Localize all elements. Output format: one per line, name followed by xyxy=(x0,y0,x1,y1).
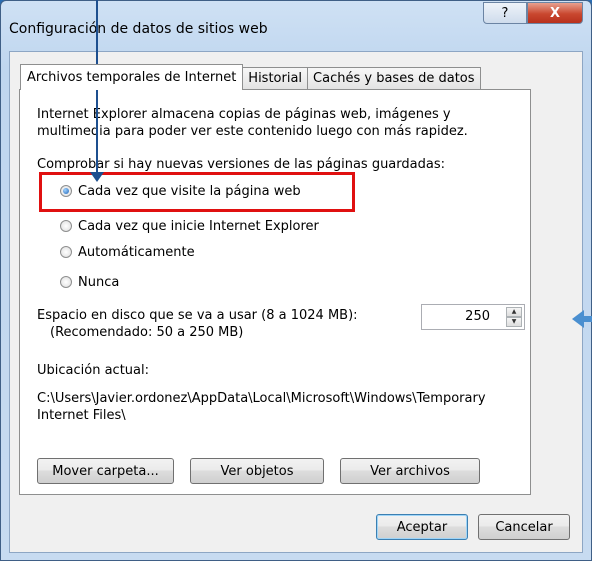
disk-space-value[interactable]: 250 xyxy=(465,309,490,324)
title-bar: Configuración de datos de sitios web ? X xyxy=(1,1,591,47)
radio-label: Nunca xyxy=(78,274,120,290)
radio-never[interactable]: Nunca xyxy=(60,273,119,291)
annotation-arrow-left-icon xyxy=(572,310,584,328)
close-button[interactable]: X xyxy=(527,2,583,24)
radio-label: Automáticamente xyxy=(78,244,195,260)
spinner-buttons: ▲ ▼ xyxy=(506,307,522,327)
tab-temporary-files[interactable]: Archivos temporales de Internet xyxy=(20,64,244,90)
cancel-button[interactable]: Cancelar xyxy=(478,514,570,540)
view-objects-button[interactable]: Ver objetos xyxy=(190,458,324,484)
disk-space-label: Espacio en disco que se va a usar (8 a 1… xyxy=(37,308,358,323)
red-highlight-box xyxy=(39,172,355,212)
radio-button[interactable] xyxy=(60,276,72,288)
help-button[interactable]: ? xyxy=(483,2,527,24)
radio-button[interactable] xyxy=(60,220,72,232)
annotation-arrow-head-icon xyxy=(90,172,104,182)
tab-history[interactable]: Historial xyxy=(242,67,309,89)
location-path-line-2: Internet Files\ xyxy=(37,408,126,423)
disk-space-spinner[interactable]: 250 ▲ ▼ xyxy=(421,304,525,330)
radio-automatic[interactable]: Automáticamente xyxy=(60,243,195,261)
accept-button[interactable]: Aceptar xyxy=(376,514,468,540)
location-label: Ubicación actual: xyxy=(37,363,149,378)
radio-label: Cada vez que inicie Internet Explorer xyxy=(78,218,319,234)
move-folder-button[interactable]: Mover carpeta... xyxy=(37,458,174,484)
help-icon: ? xyxy=(501,5,509,21)
tab-caches-databases[interactable]: Cachés y bases de datos xyxy=(307,67,481,89)
annotation-arrow-right-body xyxy=(583,316,592,322)
description-line-2: multimedia para poder ver este contenido… xyxy=(37,124,468,139)
close-icon: X xyxy=(549,5,561,21)
spin-up-icon[interactable]: ▲ xyxy=(506,307,522,317)
location-path-line-1: C:\Users\Javier.ordonez\AppData\Local\Mi… xyxy=(37,391,486,406)
description-line-1: Internet Explorer almacena copias de pág… xyxy=(37,107,451,122)
spin-down-icon[interactable]: ▼ xyxy=(506,317,522,327)
dialog-window: Configuración de datos de sitios web ? X… xyxy=(0,0,592,561)
radio-button[interactable] xyxy=(60,246,72,258)
disk-space-recommended: (Recomendado: 50 a 250 MB) xyxy=(50,325,244,340)
tab-strip: Archivos temporales de Internet Historia… xyxy=(20,64,481,90)
check-section-label: Comprobar si hay nuevas versiones de las… xyxy=(37,157,445,172)
window-title: Configuración de datos de sitios web xyxy=(9,21,268,37)
radio-every-start[interactable]: Cada vez que inicie Internet Explorer xyxy=(60,217,319,235)
view-files-button[interactable]: Ver archivos xyxy=(340,458,480,484)
